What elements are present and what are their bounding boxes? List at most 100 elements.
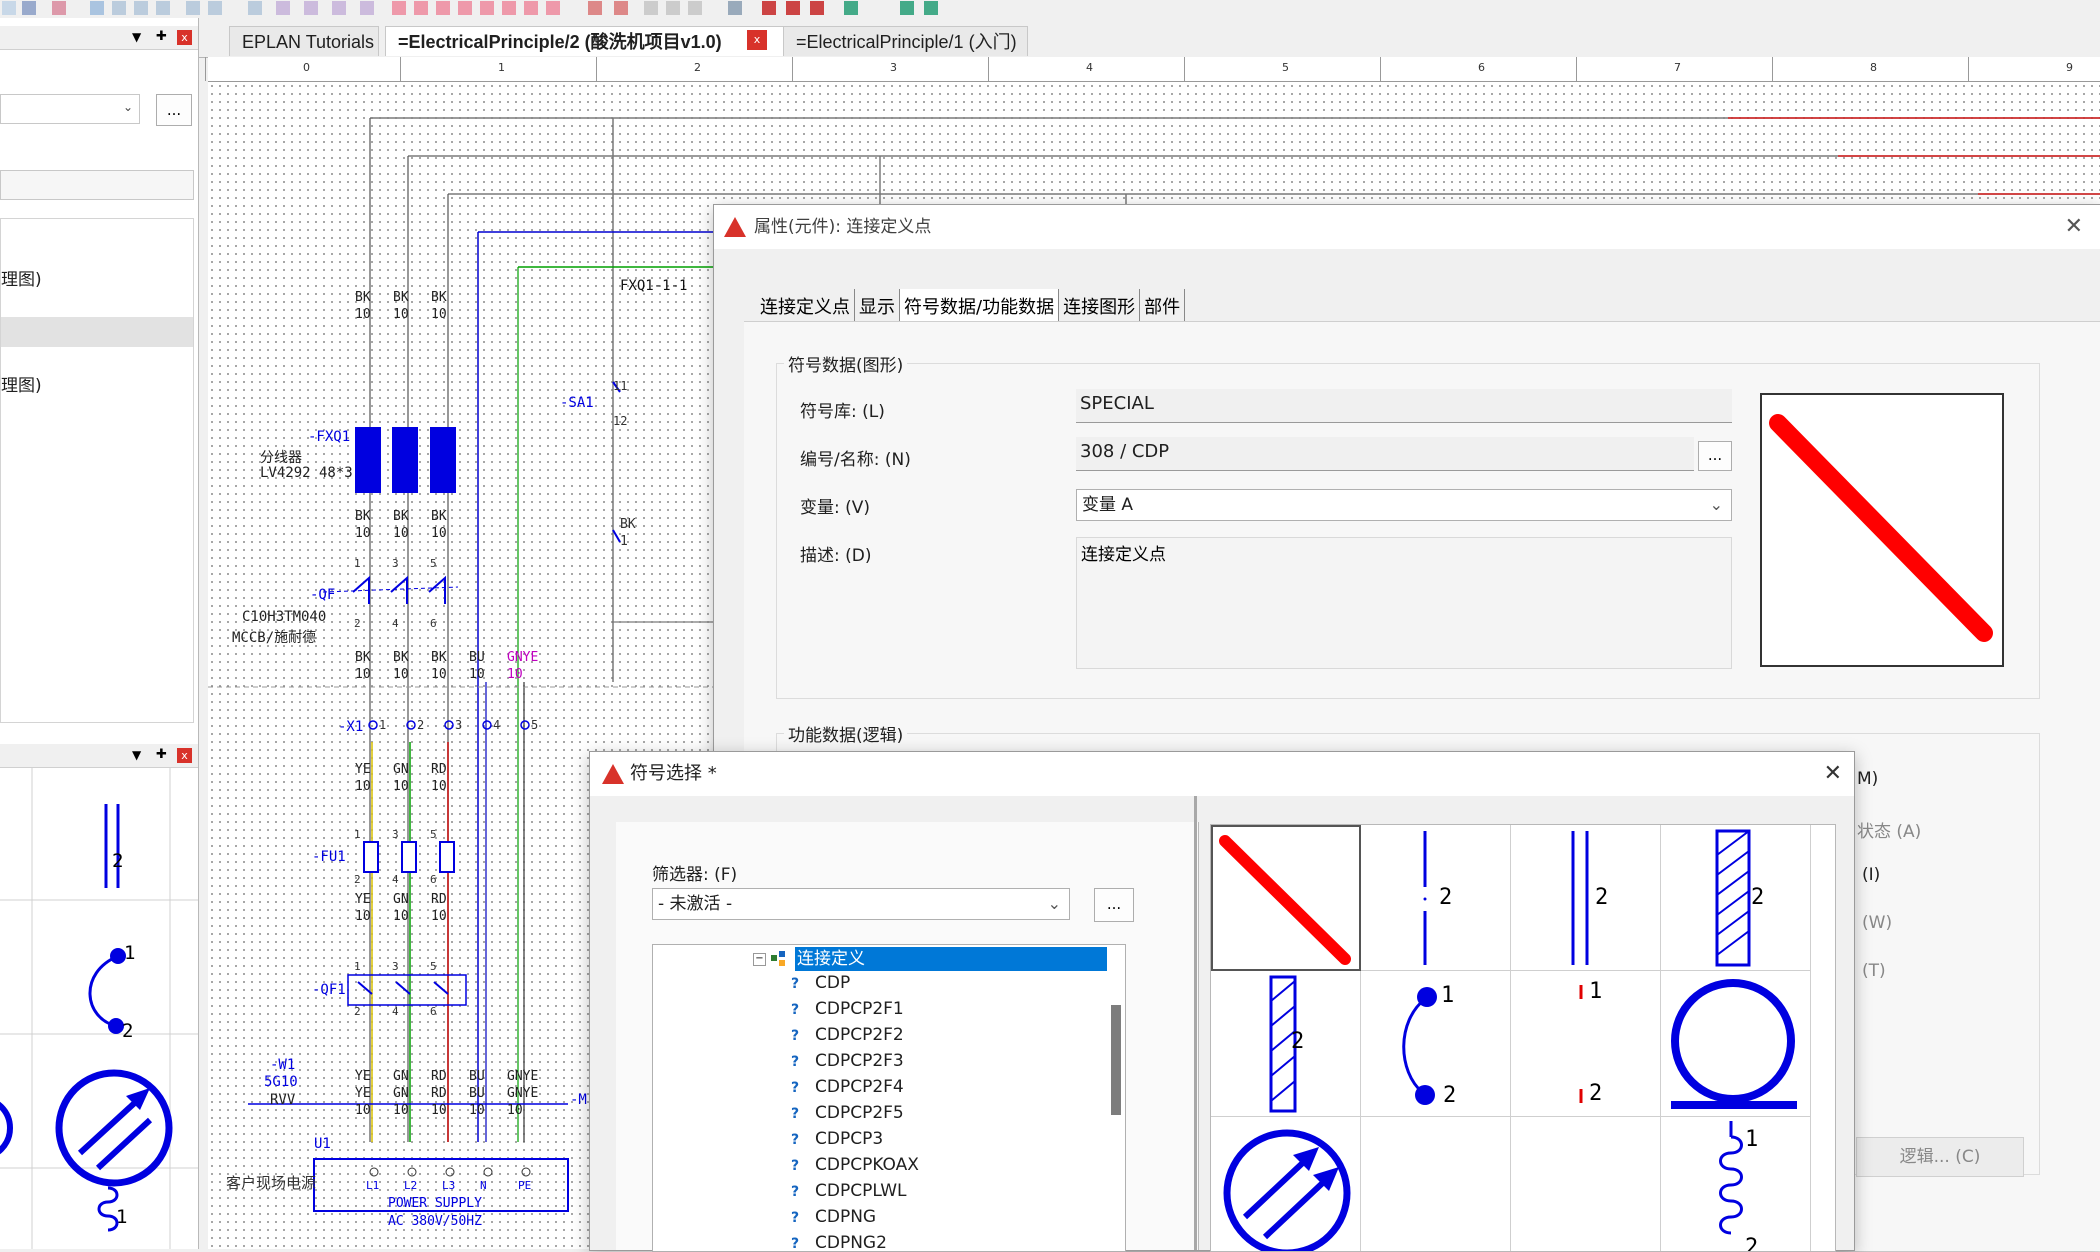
tool-icon[interactable] [524, 1, 538, 15]
tool-icon[interactable] [2, 1, 16, 15]
logic-button[interactable]: 逻辑... (C) [1856, 1137, 2024, 1177]
more-button[interactable]: ... [156, 94, 192, 126]
tool-icon[interactable] [276, 1, 290, 15]
tree-item-selected[interactable] [1, 317, 193, 347]
tool-icon[interactable] [22, 1, 36, 15]
tool-icon[interactable] [112, 1, 126, 15]
symbol-cell[interactable]: 1 2 [1661, 1117, 1811, 1251]
tool-icon[interactable] [924, 1, 938, 15]
symbol-cell[interactable] [1211, 1117, 1361, 1251]
tool-icon[interactable] [332, 1, 346, 15]
tab-display[interactable]: 显示 [855, 289, 900, 321]
dialog-titlebar: 属性(元件): 连接定义点 ✕ [714, 205, 2100, 249]
filter-select[interactable]: - 未激活 - ⌄ [652, 888, 1070, 920]
symbol-number-field[interactable]: 308 / CDP [1076, 437, 1694, 471]
wire-color-label: GNYE [507, 650, 539, 665]
symbol-cell[interactable] [1361, 1117, 1511, 1251]
symbol-cell[interactable]: 1 2 [1511, 971, 1661, 1117]
symbol-cell[interactable]: 2 [1361, 825, 1511, 971]
tool-icon[interactable] [52, 1, 66, 15]
wire-label: GNYE [507, 1086, 539, 1101]
psu-pin-label: PE [518, 1179, 532, 1192]
browse-symbol-button[interactable]: ... [1698, 441, 1732, 471]
tool-icon[interactable] [728, 1, 742, 15]
field-label: 编号/名称: (N) [800, 450, 911, 470]
tab-close-icon[interactable]: x [747, 30, 767, 50]
dropdown-icon[interactable]: ▼ [132, 30, 141, 44]
cross-reference: FXQ1-1-1 [620, 278, 688, 294]
splitter[interactable] [1194, 796, 1197, 1250]
tool-icon[interactable] [810, 1, 824, 15]
symbol-icon: ? [791, 1028, 800, 1044]
dropdown-icon[interactable]: ▼ [132, 748, 141, 762]
symbol-cell[interactable] [1661, 971, 1811, 1117]
tool-icon[interactable] [414, 1, 428, 15]
close-icon[interactable]: x [177, 748, 192, 763]
tool-icon[interactable] [900, 1, 914, 15]
tab-eplan-tutorials[interactable]: EPLAN Tutorials [229, 26, 379, 56]
chevron-down-icon: ⌄ [122, 100, 133, 114]
close-icon[interactable]: ✕ [2065, 205, 2083, 249]
tool-icon[interactable] [248, 1, 262, 15]
close-icon[interactable]: ✕ [1824, 752, 1842, 796]
wire-label: 10 [469, 1103, 485, 1118]
tree-item-label: CDPNG2 [815, 1233, 887, 1252]
tab-connection-point[interactable]: 连接定义点 [756, 289, 855, 321]
search-field[interactable] [0, 170, 194, 200]
field-label: 状态 (A) [1857, 822, 1922, 842]
filter-more-button[interactable]: ... [1094, 888, 1134, 922]
tab-parts[interactable]: 部件 [1140, 289, 1186, 321]
tool-icon[interactable] [186, 1, 200, 15]
variant-select[interactable]: 变量 A ⌄ [1076, 489, 1732, 521]
description-field[interactable]: 连接定义点 [1076, 537, 1732, 669]
tool-icon[interactable] [688, 1, 702, 15]
tool-icon[interactable] [392, 1, 406, 15]
tree-root-selected[interactable]: 连接定义 [795, 947, 1107, 971]
ruler-divider [988, 57, 989, 81]
pin-icon[interactable]: ✚ [156, 747, 167, 762]
tool-icon[interactable] [502, 1, 516, 15]
tool-icon[interactable] [614, 1, 628, 15]
tool-icon[interactable] [644, 1, 658, 15]
close-icon[interactable]: x [177, 30, 192, 45]
tool-icon[interactable] [156, 1, 170, 15]
sheet-ruler: 0 1 2 3 4 5 6 7 8 9 [205, 57, 2100, 82]
device-description: RVV [270, 1092, 296, 1108]
scrollbar-thumb[interactable] [1111, 1005, 1121, 1115]
tool-icon[interactable] [458, 1, 472, 15]
pin-number: 4 [392, 873, 399, 886]
symbol-cell[interactable]: 2 [1661, 825, 1811, 971]
tool-icon[interactable] [762, 1, 776, 15]
tool-icon[interactable] [304, 1, 318, 15]
tool-icon[interactable] [208, 1, 222, 15]
tab-symbol-data[interactable]: 符号数据/功能数据 [900, 289, 1060, 321]
tab-strip: 连接定义点 显示 符号数据/功能数据 连接图形 部件 [756, 289, 1186, 321]
field-label: 符号库: (L) [800, 402, 885, 422]
symbol-cell-selected[interactable] [1211, 825, 1361, 971]
symbol-cell[interactable]: 1 2 [1361, 971, 1511, 1117]
project-selector[interactable]: ⌄ [0, 94, 140, 124]
ruler-tick: 2 [694, 61, 701, 74]
tab-electrical-principle-1[interactable]: =ElectricalPrinciple/1 (入门) [783, 26, 1028, 56]
tool-icon[interactable] [588, 1, 602, 15]
tool-icon[interactable] [844, 1, 858, 15]
tree-item[interactable]: 理图) [1, 265, 42, 290]
symbol-cell[interactable]: 2 [1511, 825, 1661, 971]
symbol-library-field[interactable]: SPECIAL [1076, 389, 1732, 423]
tool-icon[interactable] [90, 1, 104, 15]
symbol-cell[interactable]: 2 [1211, 971, 1361, 1117]
tool-icon[interactable] [666, 1, 680, 15]
tool-icon[interactable] [134, 1, 148, 15]
symbol-cell[interactable] [1511, 1117, 1661, 1251]
collapse-icon[interactable]: − [753, 953, 766, 966]
tool-icon[interactable] [546, 1, 560, 15]
tool-icon[interactable] [360, 1, 374, 15]
pin-icon[interactable]: ✚ [156, 29, 167, 44]
psu-pin-label: L1 [366, 1179, 380, 1192]
tab-connection-graphics[interactable]: 连接图形 [1059, 289, 1141, 321]
tool-icon[interactable] [436, 1, 450, 15]
pin-label: 11 [613, 379, 628, 393]
tool-icon[interactable] [480, 1, 494, 15]
tree-item[interactable]: 理图) [1, 371, 42, 396]
tool-icon[interactable] [786, 1, 800, 15]
